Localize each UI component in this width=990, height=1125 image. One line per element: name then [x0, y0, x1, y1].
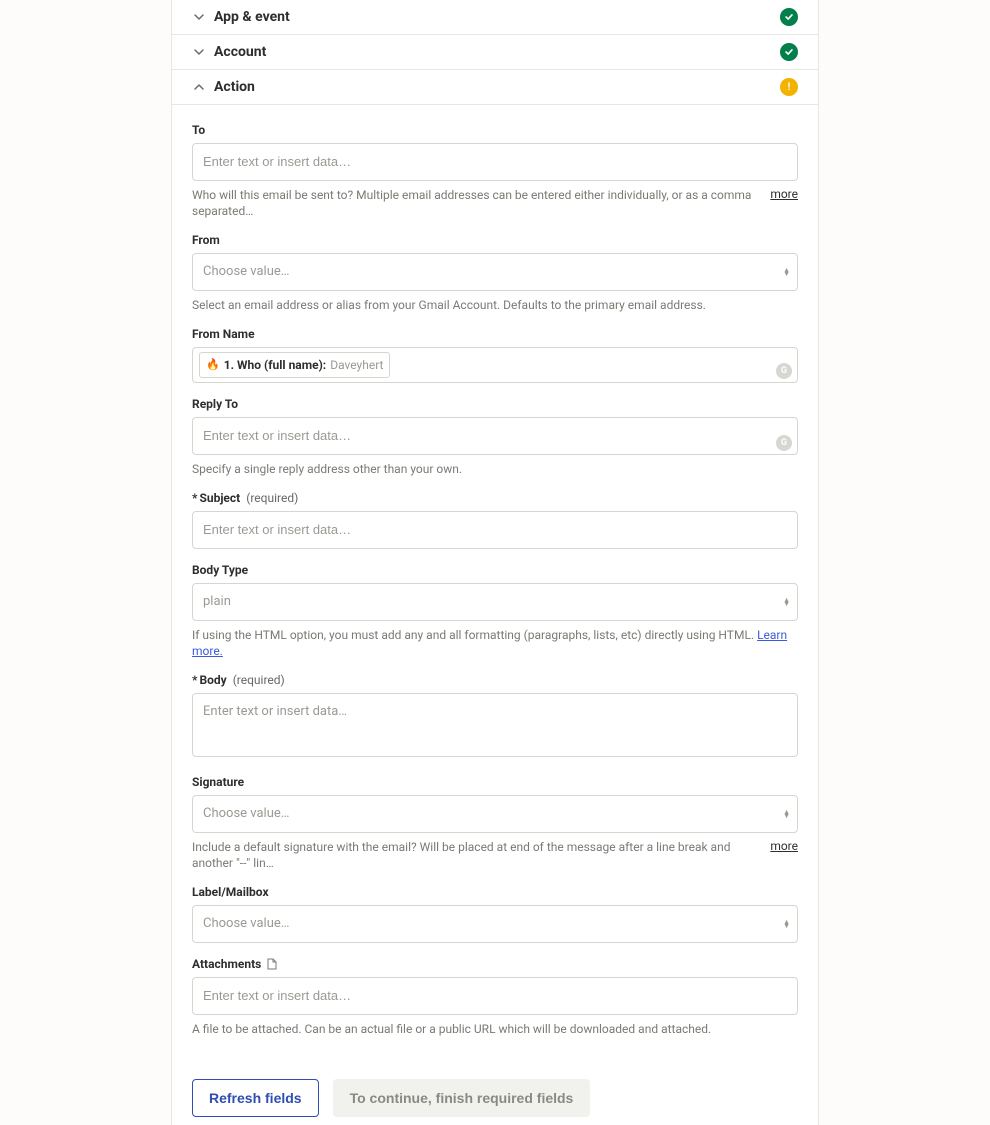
token-value: Daveyhert [330, 355, 383, 375]
section-account[interactable]: Account [172, 35, 818, 70]
field-label: From Name [192, 327, 798, 341]
subject-input[interactable] [192, 511, 798, 549]
signature-select[interactable]: Choose value… [192, 795, 798, 833]
to-input[interactable] [192, 143, 798, 181]
helper-text: Include a default signature with the ema… [192, 839, 760, 871]
helper-text: A file to be attached. Can be an actual … [192, 1021, 798, 1037]
field-from-name: From Name 🔥 1. Who (full name): Daveyher… [192, 327, 798, 383]
section-action[interactable]: Action ! [172, 70, 818, 105]
field-label: Attachments [192, 957, 798, 971]
field-label: Label/Mailbox [192, 885, 798, 899]
attachments-input[interactable] [192, 977, 798, 1015]
section-title: App & event [214, 9, 772, 25]
field-body: *Body (required) [192, 673, 798, 761]
helper-text: Who will this email be sent to? Multiple… [192, 187, 760, 219]
action-form: To Who will this email be sent to? Multi… [172, 105, 818, 1059]
chevron-down-icon [192, 10, 206, 24]
field-attachments: Attachments A file to be attached. Can b… [192, 957, 798, 1037]
warning-icon: ! [780, 78, 798, 96]
check-icon [780, 43, 798, 61]
field-reply-to: Reply To G Specify a single reply addres… [192, 397, 798, 477]
reply-to-input[interactable] [192, 417, 798, 455]
grammarly-icon: G [776, 435, 792, 451]
section-title: Action [214, 79, 772, 95]
section-app-event[interactable]: App & event [172, 0, 818, 35]
field-subject: *Subject (required) [192, 491, 798, 549]
file-icon [267, 958, 277, 970]
editor-panel: App & event Account Action ! To Who will… [171, 0, 819, 1125]
field-signature: Signature Choose value… ▲▼ Include a def… [192, 775, 798, 871]
field-label: To [192, 123, 798, 137]
body-input[interactable] [192, 693, 798, 757]
field-label: From [192, 233, 798, 247]
body-type-select[interactable]: plain [192, 583, 798, 621]
field-to: To Who will this email be sent to? Multi… [192, 123, 798, 219]
more-link[interactable]: more [770, 839, 798, 853]
field-label: *Body (required) [192, 673, 798, 687]
grammarly-icon: G [776, 363, 792, 379]
app-icon: 🔥 [206, 355, 220, 375]
refresh-fields-button[interactable]: Refresh fields [192, 1079, 319, 1117]
chevron-up-icon [192, 80, 206, 94]
section-title: Account [214, 44, 772, 60]
field-label: Signature [192, 775, 798, 789]
continue-button-disabled: To continue, finish required fields [333, 1079, 591, 1117]
helper-text: Select an email address or alias from yo… [192, 297, 798, 313]
helper-text: Specify a single reply address other tha… [192, 461, 798, 477]
field-label: Reply To [192, 397, 798, 411]
label-mailbox-select[interactable]: Choose value… [192, 905, 798, 943]
action-buttons: Refresh fields To continue, finish requi… [172, 1059, 818, 1125]
field-label: Body Type [192, 563, 798, 577]
chevron-down-icon [192, 45, 206, 59]
field-body-type: Body Type plain ▲▼ If using the HTML opt… [192, 563, 798, 659]
more-link[interactable]: more [770, 187, 798, 201]
from-name-input[interactable]: 🔥 1. Who (full name): Daveyhert [192, 347, 798, 383]
helper-text: If using the HTML option, you must add a… [192, 627, 798, 659]
from-select[interactable]: Choose value… [192, 253, 798, 291]
field-label: *Subject (required) [192, 491, 798, 505]
data-token[interactable]: 🔥 1. Who (full name): Daveyhert [199, 352, 390, 378]
field-label-mailbox: Label/Mailbox Choose value… ▲▼ [192, 885, 798, 943]
check-icon [780, 8, 798, 26]
field-from: From Choose value… ▲▼ Select an email ad… [192, 233, 798, 313]
token-label: 1. Who (full name): [224, 355, 327, 375]
